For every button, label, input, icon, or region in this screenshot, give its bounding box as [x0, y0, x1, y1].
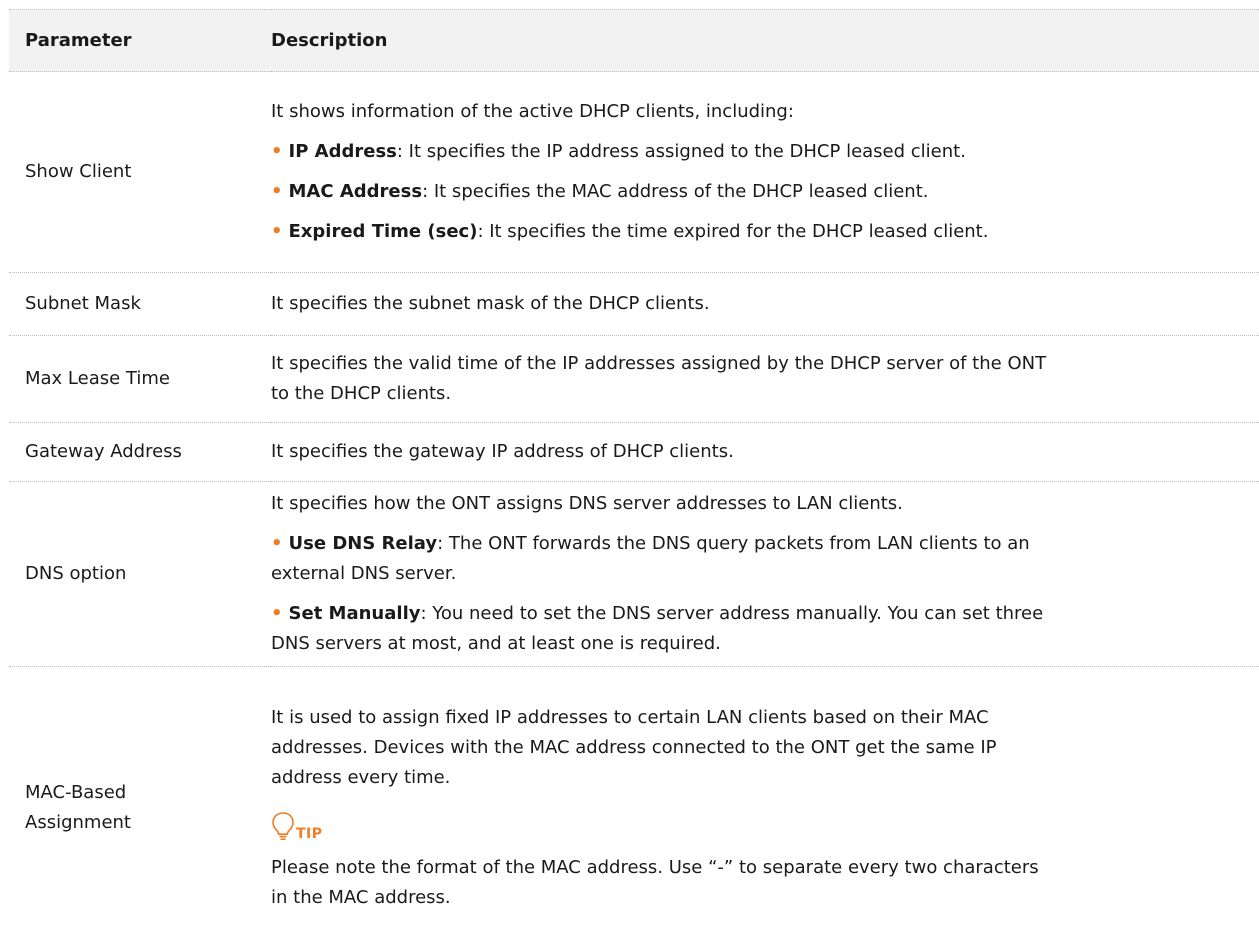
- bullet-item: • Set Manually: You need to set the DNS s…: [271, 599, 1251, 659]
- desc-intro: It specifies how the ONT assigns DNS ser…: [271, 489, 1251, 519]
- desc-cell: It specifies how the ONT assigns DNS ser…: [271, 482, 1259, 667]
- desc-cell: It specifies the subnet mask of the DHCP…: [271, 273, 1259, 336]
- bullet-icon: •: [271, 603, 283, 624]
- desc-line: to the DHCP clients.: [271, 379, 1251, 409]
- table-row-max-lease-time: Max Lease Time It specifies the valid ti…: [9, 336, 1259, 423]
- bullet-text: : It specifies the IP address assigned t…: [397, 141, 966, 162]
- bullet-text: : It specifies the time expired for the …: [477, 221, 988, 242]
- bullet-text: : The ONT forwards the DNS query packets…: [437, 533, 1030, 554]
- bullet-continuation: DNS servers at most, and at least one is…: [271, 629, 1251, 659]
- tip-heading: TIP: [271, 809, 1251, 843]
- param-line: Assignment: [25, 808, 271, 838]
- table-row-gateway-address: Gateway Address It specifies the gateway…: [9, 423, 1259, 482]
- bullet-item: • Expired Time (sec): It specifies the ti…: [271, 217, 1251, 247]
- desc-line: addresses. Devices with the MAC address …: [271, 733, 1251, 763]
- bullet-item: • Use DNS Relay: The ONT forwards the DNS…: [271, 529, 1251, 589]
- bullet-text: : You need to set the DNS server address…: [420, 603, 1043, 624]
- param-cell: MAC-Based Assignment: [9, 667, 271, 949]
- header-row: Parameter Description: [9, 10, 1259, 72]
- bullet-icon: •: [271, 533, 283, 554]
- table-body: Show Client It shows information of the …: [9, 72, 1259, 949]
- tip-line: in the MAC address.: [271, 883, 1251, 913]
- parameter-table: Parameter Description Show Client It sho…: [9, 9, 1259, 949]
- header-parameter: Parameter: [9, 10, 271, 72]
- table-row-dns-option: DNS option It specifies how the ONT assi…: [9, 482, 1259, 667]
- bullet-continuation: external DNS server.: [271, 559, 1251, 589]
- bullet-term: MAC Address: [289, 181, 423, 202]
- table-row-show-client: Show Client It shows information of the …: [9, 72, 1259, 273]
- bullet-icon: •: [271, 141, 283, 162]
- bullet-text: : It specifies the MAC address of the DH…: [422, 181, 928, 202]
- desc-cell: It is used to assign fixed IP addresses …: [271, 667, 1259, 949]
- param-cell: Gateway Address: [9, 423, 271, 482]
- bullet-line: • Set Manually: You need to set the DNS s…: [271, 599, 1251, 629]
- desc-intro: It shows information of the active DHCP …: [271, 97, 1251, 127]
- param-cell: Show Client: [9, 72, 271, 273]
- param-cell: Subnet Mask: [9, 273, 271, 336]
- desc-cell: It specifies the gateway IP address of D…: [271, 423, 1259, 482]
- tip-line: Please note the format of the MAC addres…: [271, 853, 1251, 883]
- desc-cell: It specifies the valid time of the IP ad…: [271, 336, 1259, 423]
- tip-label: TIP: [296, 827, 323, 841]
- desc-line: address every time.: [271, 763, 1251, 793]
- bullet-icon: •: [271, 221, 283, 242]
- bullet-term: IP Address: [289, 141, 397, 162]
- param-cell: DNS option: [9, 482, 271, 667]
- desc-line: It specifies the valid time of the IP ad…: [271, 349, 1251, 379]
- bullet-item: • IP Address: It specifies the IP address…: [271, 137, 1251, 167]
- param-cell: Max Lease Time: [9, 336, 271, 423]
- desc-line: It is used to assign fixed IP addresses …: [271, 703, 1251, 733]
- bullet-term: Set Manually: [289, 603, 421, 624]
- bullet-item: • MAC Address: It specifies the MAC addre…: [271, 177, 1251, 207]
- table-header: Parameter Description: [9, 10, 1259, 72]
- lightbulb-icon: [271, 811, 295, 843]
- bullet-term: Use DNS Relay: [289, 533, 438, 554]
- bullet-line: • Use DNS Relay: The ONT forwards the DNS…: [271, 529, 1251, 559]
- table-row-subnet-mask: Subnet Mask It specifies the subnet mask…: [9, 273, 1259, 336]
- header-description: Description: [271, 10, 1259, 72]
- param-line: MAC-Based: [25, 778, 271, 808]
- bullet-icon: •: [271, 181, 283, 202]
- desc-cell: It shows information of the active DHCP …: [271, 72, 1259, 273]
- bullet-term: Expired Time (sec): [289, 221, 478, 242]
- table-row-mac-based-assignment: MAC-Based Assignment It is used to assig…: [9, 667, 1259, 949]
